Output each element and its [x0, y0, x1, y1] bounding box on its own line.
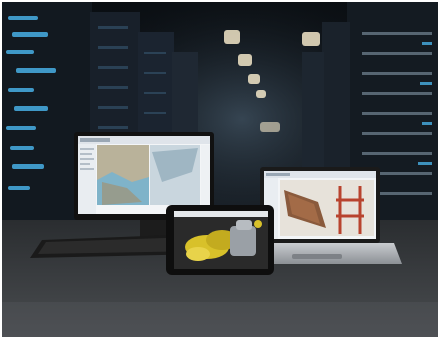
- floor-highlight: [2, 302, 438, 337]
- tablet: [166, 205, 274, 275]
- photo-frame: [2, 2, 438, 337]
- datacenter-photo: [2, 2, 438, 337]
